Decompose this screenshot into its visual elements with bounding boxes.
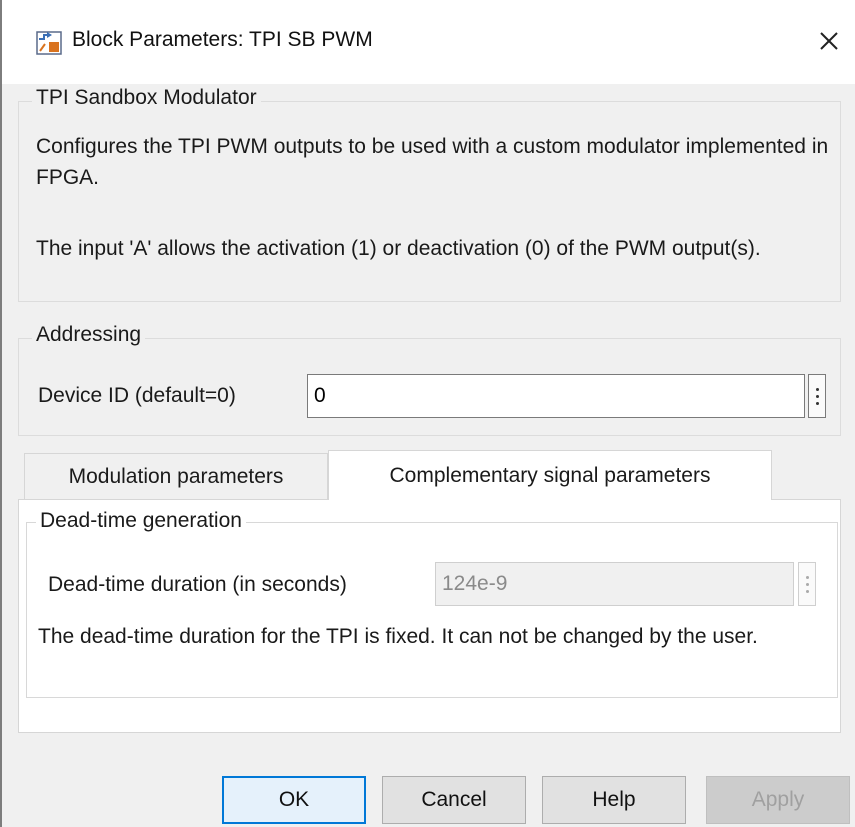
device-id-input[interactable] [307,374,805,418]
addressing-title: Addressing [32,323,146,347]
tab-modulation-parameters[interactable]: Modulation parameters [24,453,328,499]
deadtime-title: Dead-time generation [36,509,246,533]
tab-label: Modulation parameters [68,464,284,488]
deadtime-more-button [798,562,816,606]
deadtime-duration-input [435,562,794,606]
vertical-dots-icon [815,394,819,398]
tab-complementary-signal-parameters[interactable]: Complementary signal parameters [328,450,772,500]
deadtime-note: The dead-time duration for the TPI is fi… [38,625,758,648]
block-description-text-1: Configures the TPI PWM outputs to be use… [36,135,829,189]
device-id-more-button[interactable] [808,374,826,418]
ok-button[interactable]: OK [222,776,366,824]
cancel-button[interactable]: Cancel [382,776,526,824]
close-icon[interactable] [814,26,844,56]
tab-label: Complementary signal parameters [389,463,711,487]
title-bar[interactable]: Block Parameters: TPI SB PWM [2,0,855,84]
block-description-text-2: The input 'A' allows the activation (1) … [36,237,761,260]
block-parameters-dialog: Block Parameters: TPI SB PWM TPI Sandbox… [0,0,855,827]
deadtime-duration-label: Dead-time duration (in seconds) [48,573,347,596]
help-button[interactable]: Help [542,776,686,824]
device-id-label: Device ID (default=0) [38,384,236,407]
deadtime-group [26,522,838,698]
window-title: Block Parameters: TPI SB PWM [72,28,373,51]
apply-button: Apply [706,776,850,824]
vertical-dots-icon [805,582,809,586]
simulink-block-icon [36,31,62,55]
block-description-title: TPI Sandbox Modulator [32,86,261,110]
